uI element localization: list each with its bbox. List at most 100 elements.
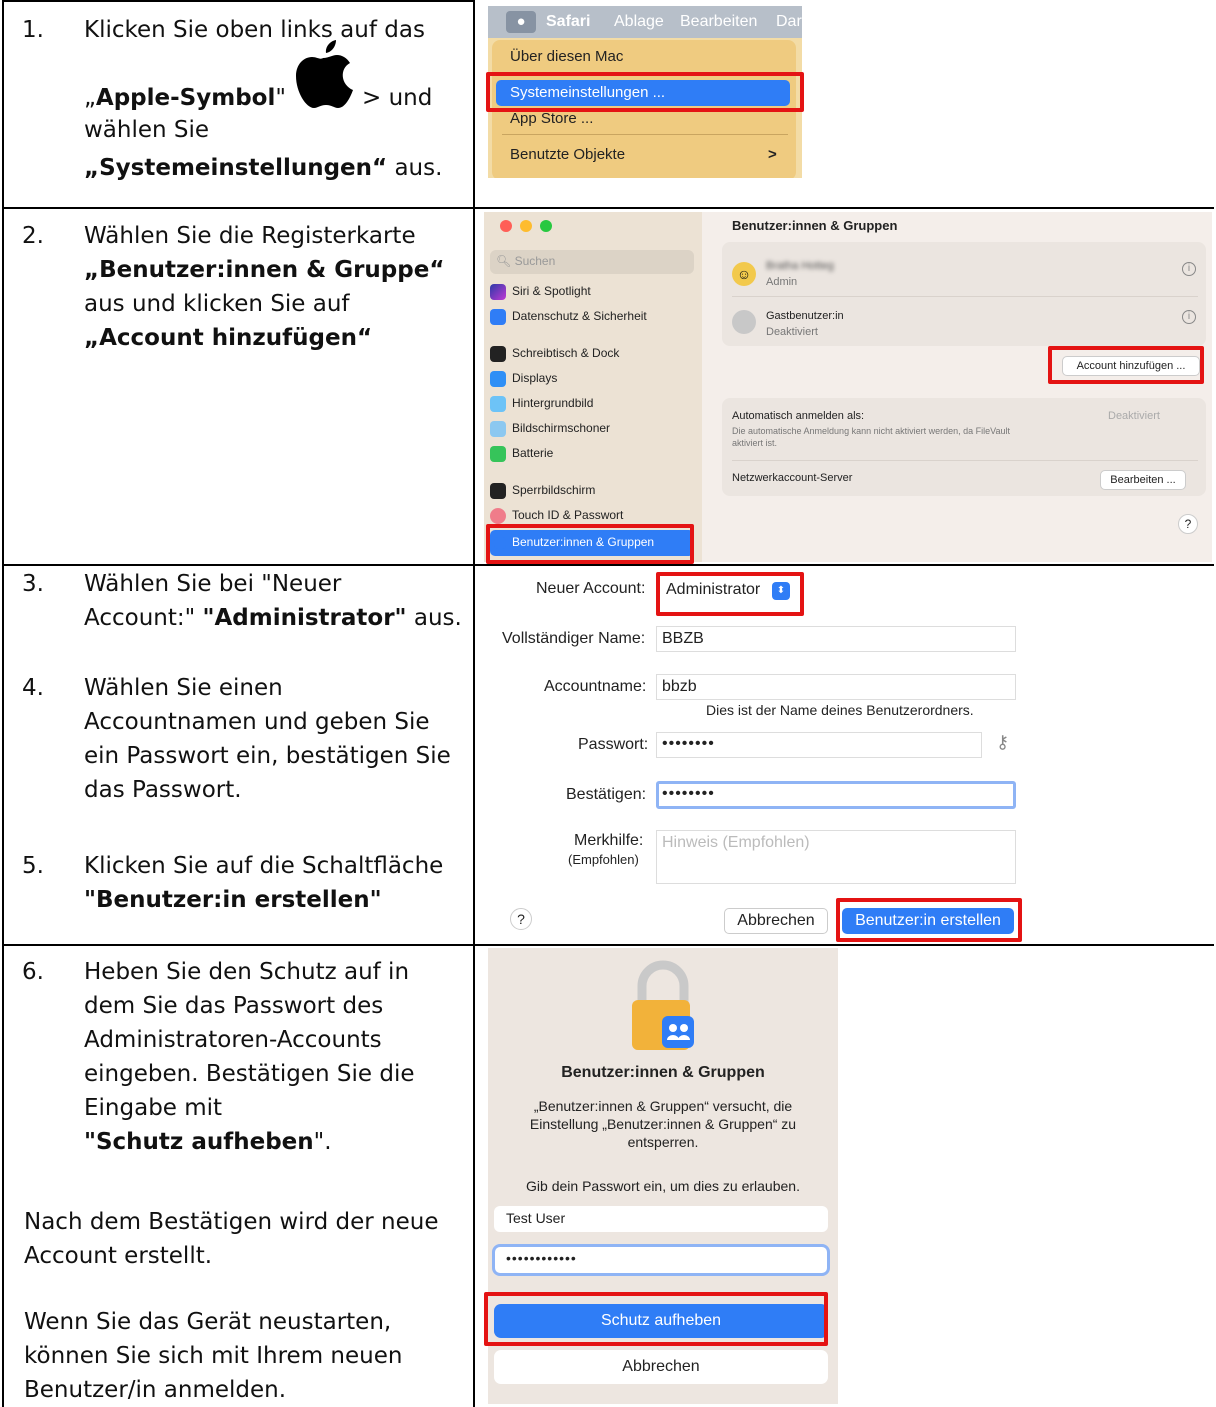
chevron-right-icon: > [768, 146, 777, 163]
step-1-gt-und: > und [362, 85, 433, 111]
auto-login-note-1: Die automatische Anmeldung kann nicht ak… [732, 426, 1010, 436]
menu-bearbeiten[interactable]: Bearbeiten [680, 13, 757, 31]
user1-role: Admin [766, 276, 798, 288]
search-placeholder: 🔍︎ Suchen [496, 254, 556, 268]
step-2-line1: Wählen Sie die Registerkarte [84, 223, 416, 249]
guest-info-icon[interactable]: i [1182, 310, 1196, 324]
dialog-msg-1: „Benutzer:innen & Gruppen“ versucht, die [533, 1098, 793, 1114]
step-1-line1: Klicken Sie oben links auf das [84, 17, 425, 43]
step-6-line3: Administratoren-Accounts [84, 1027, 382, 1053]
dialog-title: Benutzer:innen & Gruppen [561, 1064, 765, 1081]
fullname-field[interactable] [656, 626, 1016, 652]
highlight-add-account [1048, 346, 1204, 384]
step-6-para3-line2: können Sie sich mit Ihrem neuen [24, 1343, 403, 1369]
apple-icon [292, 40, 354, 116]
help-button[interactable]: ? [1178, 514, 1198, 534]
user1-name: Bratha Hotteg [766, 260, 834, 272]
column-divider [473, 0, 475, 1407]
hint-sub-label: (Empfohlen) [568, 852, 639, 867]
menu-bar-apple-icon[interactable]: ● [506, 11, 536, 33]
sidebar-item-privacy[interactable]: Datenschutz & Sicherheit [490, 309, 647, 325]
menu-safari[interactable]: Safari [546, 13, 590, 31]
step-6-line5: Eingabe mit [84, 1095, 223, 1121]
maximize-window-icon[interactable] [540, 220, 552, 232]
step-4-line3: ein Passwort ein, bestätigen Sie [84, 743, 451, 769]
confirm-value: •••••••• [662, 785, 715, 802]
sidebar-item-wallpaper[interactable]: Hintergrundbild [490, 396, 593, 412]
step-4-number: 4. [22, 675, 44, 701]
system-settings-screenshot: 🔍︎ Suchen Siri & Spotlight Datenschutz &… [484, 212, 1212, 562]
accountname-label: Accountname: [544, 678, 647, 695]
highlight-unlock-button [484, 1292, 828, 1346]
menu-separator [502, 134, 788, 135]
step-6-line2: dem Sie das Passwort des [84, 993, 384, 1019]
sidebar-item-displays[interactable]: Displays [490, 371, 557, 387]
edit-button[interactable]: Bearbeiten ... [1100, 470, 1186, 490]
fullname-value: BBZB [662, 630, 704, 647]
step-1-line4: „Systemeinstellungen“ aus. [84, 155, 443, 181]
sidebar-item-desktop-dock[interactable]: Schreibtisch & Dock [490, 346, 619, 362]
sidebar-item-battery[interactable]: Batterie [490, 446, 553, 462]
new-account-label: Neuer Account: [536, 580, 646, 597]
screensaver-icon [490, 421, 506, 437]
hint-placeholder: Hinweis (Empfohlen) [662, 834, 810, 851]
new-account-form-screenshot: Neuer Account: Administrator ⬍ Vollständ… [484, 566, 1030, 942]
accountname-hint: Dies ist der Name deines Benutzerordners… [706, 702, 974, 718]
instruction-document: 1. Klicken Sie oben links auf das „Apple… [0, 0, 1216, 1407]
row-divider-3 [2, 944, 1214, 946]
highlight-users-groups [486, 524, 694, 564]
password-value: •••••••••••• [506, 1250, 577, 1266]
step-3-line2: Account:" "Administrator" aus. [84, 605, 462, 631]
auto-login-value[interactable]: Deaktiviert [1108, 410, 1160, 422]
lock-icon [628, 958, 698, 1059]
step-4-line2: Accountnamen und geben Sie [84, 709, 430, 735]
dialog-msg-3: entsperren. [627, 1134, 699, 1150]
sidebar-item-siri[interactable]: Siri & Spotlight [490, 284, 591, 300]
step-6-line4: eingeben. Bestätigen Sie die [84, 1061, 415, 1087]
fullname-label: Vollständiger Name: [502, 630, 646, 647]
menu-item-recent[interactable]: Benutzte Objekte [510, 146, 625, 163]
step-2-line3: aus und klicken Sie auf [84, 291, 350, 317]
siri-icon [490, 284, 506, 300]
wallpaper-icon [490, 396, 506, 412]
sidebar-item-screensaver[interactable]: Bildschirmschoner [490, 421, 610, 437]
password-label: Passwort: [578, 736, 649, 753]
close-window-icon[interactable] [500, 220, 512, 232]
cancel-button[interactable]: Abbrechen [724, 908, 828, 934]
sun-icon [490, 371, 506, 387]
minimize-window-icon[interactable] [520, 220, 532, 232]
sidebar-item-touchid[interactable]: Touch ID & Passwort [490, 508, 623, 524]
sidebar-item-lockscreen[interactable]: Sperrbildschirm [490, 483, 595, 499]
fingerprint-icon [490, 508, 506, 524]
step-1-apple-line: „Apple-Symbol" [84, 85, 286, 111]
confirm-label: Bestätigen: [566, 786, 647, 803]
step-6-line1: Heben Sie den Schutz auf in [84, 959, 410, 985]
lock-icon [490, 483, 506, 499]
step-5-line1: Klicken Sie auf die Schaltfläche [84, 853, 444, 879]
dialog-msg-2: Einstellung „Benutzer:innen & Gruppen“ z… [529, 1116, 797, 1132]
guest-avatar [732, 310, 756, 334]
dock-icon [490, 346, 506, 362]
menu-item-about[interactable]: Über diesen Mac [510, 48, 623, 65]
key-icon[interactable]: ⚷ [996, 732, 1009, 753]
menu-ablage[interactable]: Ablage [614, 13, 664, 31]
accountname-field[interactable] [656, 674, 1016, 700]
step-6-para3-line1: Wenn Sie das Gerät neustarten, [24, 1309, 392, 1335]
menu-item-app-store[interactable]: App Store ... [510, 110, 593, 127]
step-4-line4: das Passwort. [84, 777, 242, 803]
step-3-number: 3. [22, 571, 44, 597]
guest-name: Gastbenutzer:in [766, 310, 844, 322]
help-button[interactable]: ? [510, 908, 532, 930]
step-2-line4: „Account hinzufügen“ [84, 325, 373, 351]
info-icon[interactable]: i [1182, 262, 1196, 276]
step-1-number: 1. [22, 17, 44, 43]
step-6-number: 6. [22, 959, 44, 985]
step-3-line1: Wählen Sie bei "Neuer [84, 571, 342, 597]
step-5-number: 5. [22, 853, 44, 879]
menu-darstellung[interactable]: Dar [776, 13, 802, 31]
cancel-button[interactable]: Abbrechen [494, 1350, 828, 1384]
avatar: ☺ [732, 262, 756, 286]
table-border-top [2, 0, 474, 2]
settings-title: Benutzer:innen & Gruppen [732, 218, 898, 233]
auto-login-note-2: aktiviert ist. [732, 438, 778, 448]
